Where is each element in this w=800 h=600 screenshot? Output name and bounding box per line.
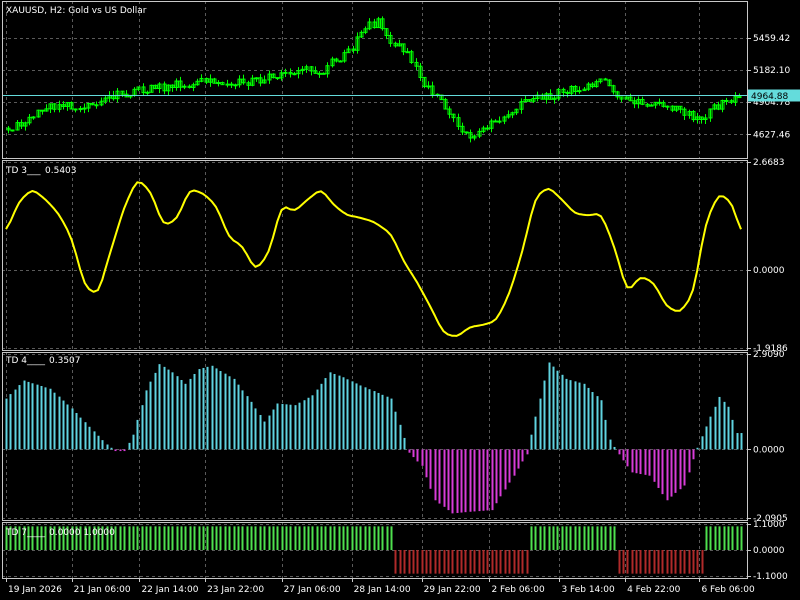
candle — [275, 77, 280, 80]
td7-name: TD 7____ — [5, 528, 46, 538]
candle — [73, 108, 78, 111]
x-tick-label: 21 Jan 06:00 — [74, 585, 131, 595]
y-tick-label: 1.1000 — [753, 520, 785, 530]
y-tick-label: 2.6683 — [753, 158, 785, 168]
td3-series-line — [5, 181, 742, 337]
x-tick-label: 4 Feb 22:00 — [627, 585, 681, 595]
x-tick-label: 2 Feb 06:00 — [491, 585, 545, 595]
candle — [145, 91, 150, 94]
candle — [724, 99, 729, 102]
candle — [485, 127, 490, 130]
candle — [233, 84, 238, 87]
y-tick-label: 0.0000 — [753, 445, 785, 455]
candle — [665, 105, 670, 108]
td4-value: 0.3507 — [49, 356, 81, 366]
y-tick-label: 0.0000 — [753, 546, 785, 556]
candle — [321, 72, 326, 75]
candle — [317, 72, 322, 75]
x-tick-label: 19 Jan 2026 — [8, 585, 62, 595]
x-tick-label: 23 Jan 22:00 — [207, 585, 264, 595]
y-tick-label: 4627.46 — [753, 130, 790, 140]
candle — [405, 51, 410, 54]
td4-panel[interactable] — [5, 362, 743, 514]
candle — [426, 85, 431, 88]
candle — [338, 60, 343, 63]
y-tick-label: -1.1000 — [753, 572, 788, 582]
price-axis: 5459.425182.104904.784627.462.66830.0000… — [747, 34, 800, 582]
candle — [31, 116, 36, 119]
candle — [82, 107, 87, 110]
candle — [40, 109, 45, 112]
td4-name: TD 4____ — [5, 356, 46, 366]
candle — [577, 90, 582, 93]
y-tick-label: 5182.10 — [753, 66, 790, 76]
candle — [497, 120, 502, 123]
candle — [216, 82, 221, 85]
candle — [464, 131, 469, 134]
td7-value: 0.0000 1.0000 — [49, 528, 115, 538]
panel-frame-td3 — [2, 160, 748, 351]
y-tick-label: 2.9090 — [753, 350, 785, 360]
x-tick-label: 22 Jan 14:00 — [141, 585, 198, 595]
candle — [78, 108, 83, 111]
candle — [229, 83, 234, 86]
time-axis: 19 Jan 2026 21 Jan 06:00 22 Jan 14:00 23 Ja… — [6, 578, 755, 595]
candle — [737, 96, 742, 99]
td3-name: TD 3___ — [5, 166, 41, 176]
panel-frames — [2, 1, 748, 579]
price-panel[interactable] — [2, 16, 747, 143]
candle — [182, 85, 187, 88]
x-tick-label: 27 Jan 06:00 — [284, 585, 341, 595]
candle — [10, 129, 15, 132]
current-price-label: 4964.88 — [751, 92, 788, 102]
candle — [254, 77, 259, 80]
x-tick-label: 29 Jan 22:00 — [424, 585, 481, 595]
grid — [2, 1, 747, 578]
x-tick-label: 3 Feb 14:00 — [561, 585, 615, 595]
candle — [283, 71, 288, 74]
x-tick-label: 6 Feb 06:00 — [701, 585, 755, 595]
y-tick-label: 0.0000 — [753, 266, 785, 276]
candle — [657, 101, 662, 104]
td3-value: 0.5403 — [45, 166, 77, 176]
candle — [94, 104, 99, 107]
y-tick-label: 5459.42 — [753, 34, 790, 44]
candle — [292, 73, 297, 76]
td3-panel[interactable] — [5, 181, 742, 337]
candle — [493, 120, 498, 123]
chart-title: XAUUSD, H2: Gold vs US Dollar — [6, 6, 147, 16]
candle — [565, 91, 570, 94]
chart[interactable]: 5459.425182.104904.784627.462.66830.0000… — [0, 0, 800, 600]
candle — [225, 83, 230, 86]
x-tick-label: 28 Jan 14:00 — [354, 585, 411, 595]
